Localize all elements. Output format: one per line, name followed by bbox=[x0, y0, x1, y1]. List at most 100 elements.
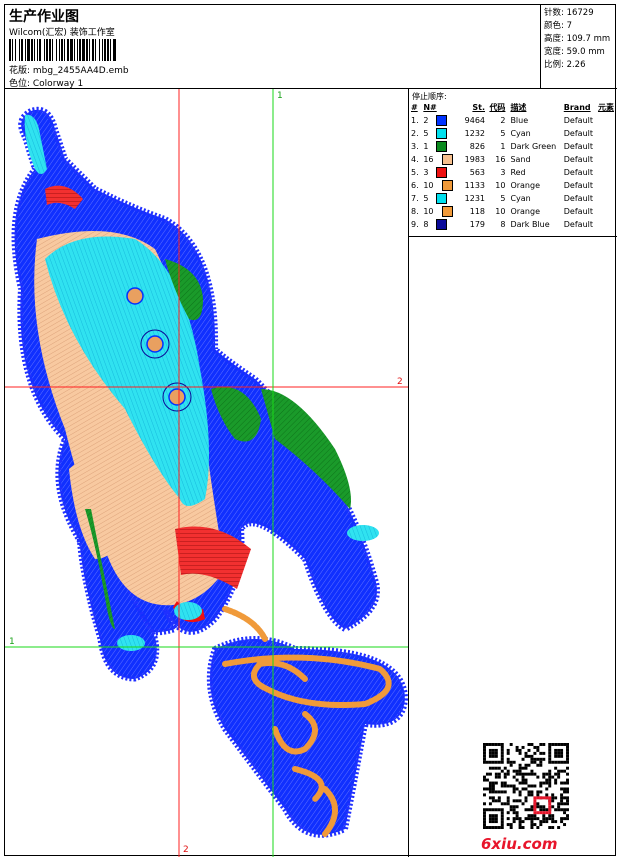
row-needle: 2 bbox=[423, 114, 453, 127]
row-brand: Default bbox=[563, 168, 593, 177]
row-needle: 1 bbox=[423, 140, 453, 153]
row-brand: Default bbox=[563, 116, 593, 125]
table-row: 2. 5 1232 5 Cyan Default bbox=[411, 127, 617, 140]
stitch-count: 针数: 16729 bbox=[544, 8, 594, 18]
color-swatch bbox=[441, 180, 453, 191]
row-index: 9. bbox=[411, 220, 419, 229]
row-code: 1 bbox=[500, 142, 506, 151]
row-description: Orange bbox=[510, 207, 540, 216]
row-brand: Default bbox=[563, 155, 593, 164]
row-code: 8 bbox=[500, 220, 506, 229]
guide-label-right: 2 bbox=[397, 377, 403, 387]
col-header-element: 元素 bbox=[597, 103, 614, 112]
color-swatch bbox=[436, 193, 448, 204]
row-needle: 5 bbox=[423, 192, 453, 205]
table-row: 4. 16 1983 16 Sand Default bbox=[411, 153, 617, 166]
row-index: 3. bbox=[411, 142, 419, 151]
table-row: 5. 3 563 3 Red Default bbox=[411, 166, 617, 179]
design-file-label: 花版: mbg_2455AA4D.emb bbox=[9, 66, 129, 76]
color-swatch bbox=[436, 219, 448, 230]
col-header-description: 描述 bbox=[510, 103, 527, 112]
production-sheet: 生产作业图 Wilcom(汇宏) 装饰工作室 花版: mbg_2455AA4D.… bbox=[4, 4, 617, 857]
header-panel: 生产作业图 Wilcom(汇宏) 装饰工作室 花版: mbg_2455AA4D.… bbox=[5, 5, 541, 89]
row-element bbox=[598, 140, 617, 153]
row-element bbox=[598, 166, 617, 179]
row-index: 5. bbox=[411, 168, 419, 177]
row-needle: 10 bbox=[423, 179, 453, 192]
rocket-embroidery-image bbox=[5, 89, 408, 857]
row-description: Dark Blue bbox=[510, 220, 550, 229]
row-needle: 8 bbox=[423, 218, 453, 231]
col-header-stitches: St. bbox=[472, 103, 486, 112]
row-element bbox=[598, 114, 617, 127]
col-header-needle: N# bbox=[423, 103, 437, 112]
color-swatch bbox=[436, 115, 448, 126]
row-code: 10 bbox=[495, 207, 506, 216]
table-row: 7. 5 1231 5 Cyan Default bbox=[411, 192, 617, 205]
col-header-code: 代码 bbox=[489, 103, 506, 112]
row-needle: 16 bbox=[423, 153, 453, 166]
row-description: Sand bbox=[510, 155, 531, 164]
row-brand: Default bbox=[563, 207, 593, 216]
row-brand: Default bbox=[563, 129, 593, 138]
row-description: Blue bbox=[510, 116, 529, 125]
table-row: 8. 10 118 10 Orange Default bbox=[411, 205, 617, 218]
row-description: Orange bbox=[510, 181, 540, 190]
sheet-title: 生产作业图 bbox=[9, 9, 79, 25]
guide-label-bottom: 2 bbox=[183, 845, 189, 855]
design-info-panel: 针数: 16729 颜色: 7 高度: 109.7 mm 宽度: 59.0 mm… bbox=[541, 5, 617, 89]
row-stitches: 1232 bbox=[464, 129, 486, 138]
row-stitches: 9464 bbox=[464, 116, 486, 125]
row-code: 16 bbox=[495, 155, 506, 164]
row-stitches: 826 bbox=[469, 142, 486, 151]
row-code: 10 bbox=[495, 181, 506, 190]
row-brand: Default bbox=[563, 142, 593, 151]
design-width: 宽度: 59.0 mm bbox=[544, 47, 605, 57]
row-index: 4. bbox=[411, 155, 419, 164]
row-description: Dark Green bbox=[510, 142, 557, 151]
row-needle: 10 bbox=[423, 205, 453, 218]
row-code: 2 bbox=[500, 116, 506, 125]
table-row: 6. 10 1133 10 Orange Default bbox=[411, 179, 617, 192]
row-element bbox=[598, 127, 617, 140]
table-row: 3. 1 826 1 Dark Green Default bbox=[411, 140, 617, 153]
row-stitches: 1231 bbox=[464, 194, 486, 203]
color-swatch bbox=[436, 167, 448, 178]
row-index: 1. bbox=[411, 116, 419, 125]
row-index: 6. bbox=[411, 181, 419, 190]
col-header-brand: Brand bbox=[563, 103, 591, 112]
design-preview: 1 2 1 2 bbox=[5, 89, 409, 857]
row-brand: Default bbox=[563, 194, 593, 203]
row-stitches: 1983 bbox=[464, 155, 486, 164]
row-element bbox=[598, 218, 617, 231]
row-element bbox=[598, 205, 617, 218]
row-element bbox=[598, 153, 617, 166]
row-code: 5 bbox=[500, 194, 506, 203]
color-swatch bbox=[436, 128, 448, 139]
company-name: Wilcom(汇宏) 装饰工作室 bbox=[9, 28, 115, 38]
row-stitches: 563 bbox=[469, 168, 486, 177]
row-description: Red bbox=[510, 168, 526, 177]
design-height: 高度: 109.7 mm bbox=[544, 34, 611, 44]
row-stitches: 118 bbox=[469, 207, 486, 216]
row-index: 2. bbox=[411, 129, 419, 138]
table-row: 1. 2 9464 2 Blue Default bbox=[411, 114, 617, 127]
barcode bbox=[9, 39, 197, 61]
colorway-label: 色位: Colorway 1 bbox=[9, 79, 84, 89]
row-brand: Default bbox=[563, 220, 593, 229]
row-index: 7. bbox=[411, 194, 419, 203]
row-needle: 5 bbox=[423, 127, 453, 140]
design-scale: 比例: 2.26 bbox=[544, 60, 586, 70]
row-stitches: 179 bbox=[469, 220, 486, 229]
row-description: Cyan bbox=[510, 194, 531, 203]
color-swatch bbox=[436, 141, 448, 152]
guide-label-top: 1 bbox=[277, 91, 283, 101]
row-element bbox=[598, 179, 617, 192]
color-swatch bbox=[441, 154, 453, 165]
table-row: 9. 8 179 8 Dark Blue Default bbox=[411, 218, 617, 231]
color-swatch bbox=[441, 206, 453, 217]
row-element bbox=[598, 192, 617, 205]
row-description: Cyan bbox=[510, 129, 531, 138]
color-count: 颜色: 7 bbox=[544, 21, 572, 31]
row-brand: Default bbox=[563, 181, 593, 190]
